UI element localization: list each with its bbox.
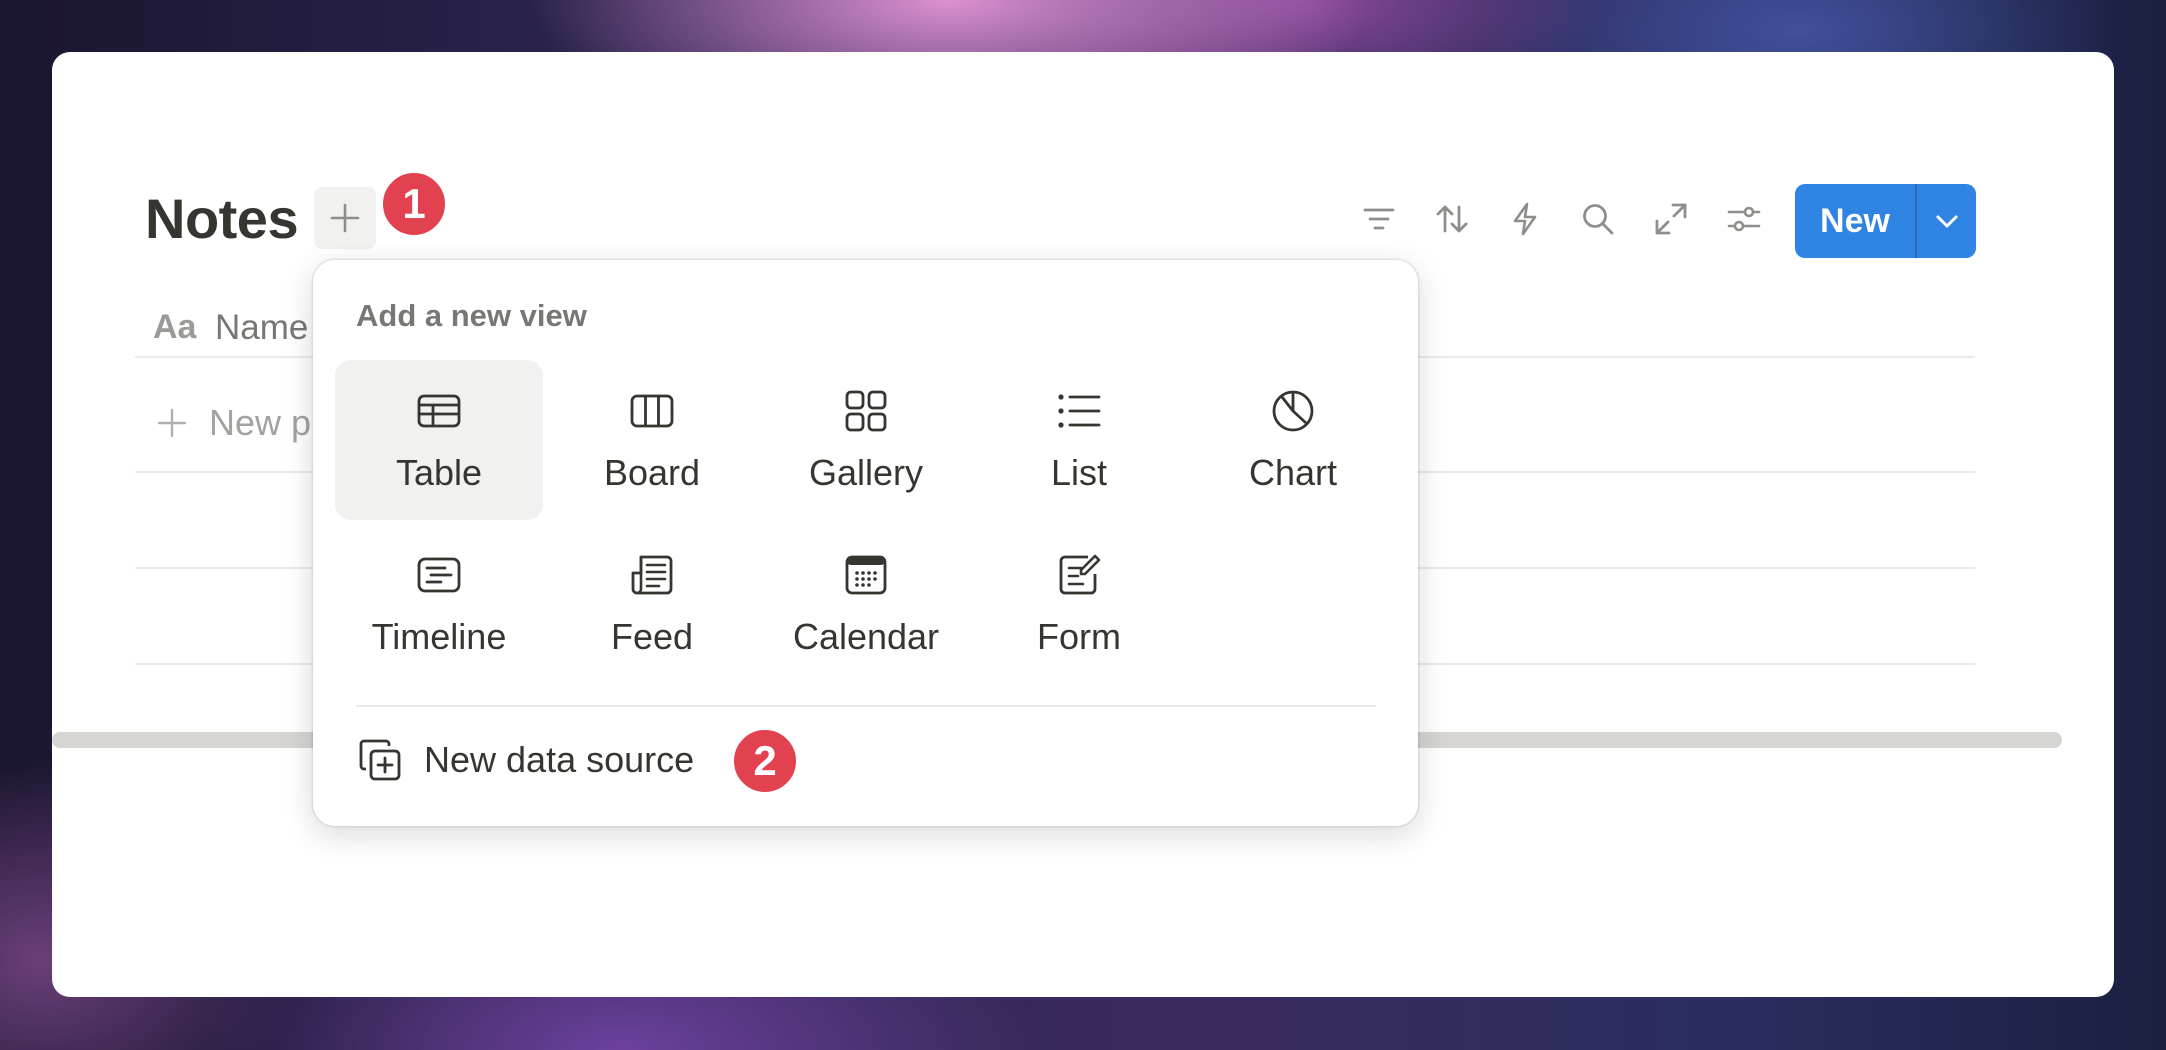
view-option-label: Gallery	[808, 452, 924, 493]
list-icon	[1056, 384, 1102, 438]
feed-icon	[629, 548, 675, 602]
form-icon	[1056, 548, 1102, 602]
view-option-label: Board	[603, 452, 701, 493]
new-dropdown-button[interactable]	[1915, 184, 1976, 258]
filter-icon[interactable]	[1355, 195, 1403, 243]
automation-icon[interactable]	[1501, 195, 1549, 243]
duplicate-plus-icon	[358, 738, 402, 782]
add-view-button[interactable]	[314, 187, 376, 249]
gallery-icon	[843, 384, 889, 438]
new-page-label: New p	[209, 402, 312, 443]
view-option-label: Calendar	[792, 616, 940, 657]
view-option-label: Timeline	[371, 616, 507, 657]
new-button-group: New	[1795, 184, 1976, 258]
board-icon	[629, 384, 675, 438]
settings-icon[interactable]	[1720, 195, 1768, 243]
view-option-label: Form	[1037, 616, 1121, 657]
menu-heading: Add a new view	[356, 298, 587, 333]
add-view-menu: Add a new view Table Board Gallery List …	[313, 260, 1418, 826]
view-option-board[interactable]: Board	[548, 360, 756, 520]
new-button[interactable]: New	[1795, 184, 1915, 258]
view-option-list[interactable]: List	[975, 360, 1183, 520]
view-option-form[interactable]: Form	[975, 524, 1183, 684]
view-option-label: Chart	[1248, 452, 1338, 493]
view-option-calendar[interactable]: Calendar	[762, 524, 970, 684]
calendar-icon	[843, 548, 889, 602]
view-option-chart[interactable]: Chart	[1189, 360, 1397, 520]
view-option-timeline[interactable]: Timeline	[335, 524, 543, 684]
column-header-name[interactable]: Name	[215, 308, 308, 348]
new-data-source-button[interactable]: New data source	[358, 738, 694, 782]
view-option-label: Feed	[610, 616, 694, 657]
sort-icon[interactable]	[1428, 195, 1476, 243]
view-option-table[interactable]: Table	[335, 360, 543, 520]
view-option-label: Table	[395, 452, 483, 493]
timeline-icon	[416, 548, 462, 602]
search-icon[interactable]	[1574, 195, 1622, 243]
new-page-row[interactable]: New p	[157, 402, 311, 444]
plus-icon	[157, 408, 187, 438]
step-badge-2: 2	[731, 727, 799, 795]
step-badge-1: 1	[380, 170, 448, 238]
view-option-gallery[interactable]: Gallery	[762, 360, 970, 520]
view-option-label: List	[1050, 452, 1108, 493]
chart-icon	[1270, 384, 1316, 438]
chevron-down-icon	[1933, 207, 1961, 235]
view-option-feed[interactable]: Feed	[548, 524, 756, 684]
new-data-source-label: New data source	[424, 739, 695, 780]
plus-icon	[329, 202, 361, 234]
menu-divider	[356, 705, 1376, 707]
text-type-icon: Aa	[153, 308, 197, 346]
expand-icon[interactable]	[1647, 195, 1695, 243]
table-icon	[416, 384, 462, 438]
page-title: Notes	[145, 187, 299, 250]
